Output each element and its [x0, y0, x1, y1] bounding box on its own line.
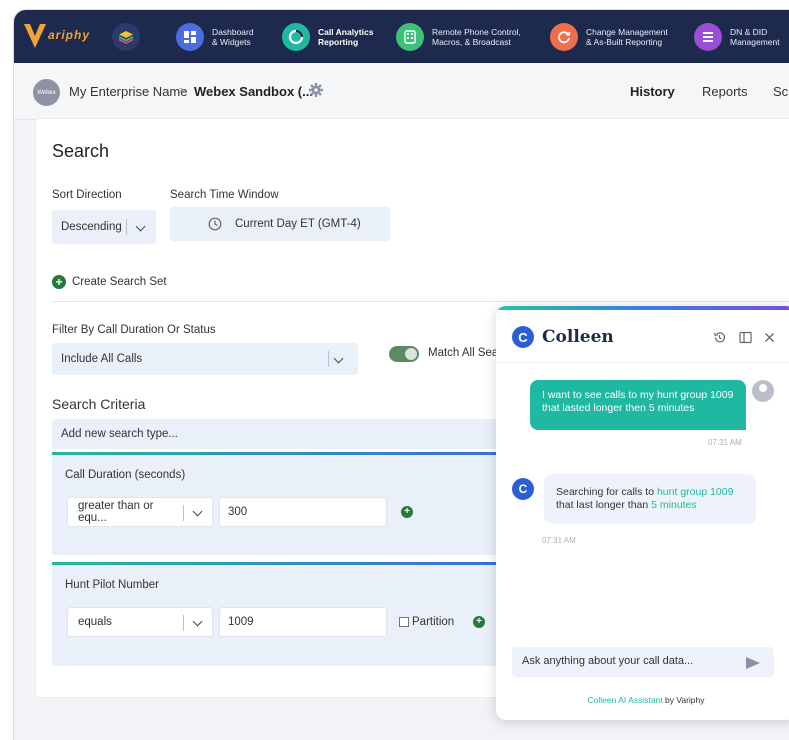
chat-title: Colleen — [542, 327, 614, 347]
colleen-chat-panel: C Colleen I want to see calls to my hunt… — [496, 306, 789, 720]
nav-call-analytics[interactable]: Call Analytics Reporting — [282, 22, 373, 52]
nav-change-management-label: Change Management & As-Built Reporting — [586, 27, 668, 47]
send-icon[interactable] — [746, 657, 760, 669]
list-icon — [694, 23, 722, 51]
colleen-logo-icon: C — [512, 326, 534, 348]
call-duration-operator-select[interactable]: greater than or equ... — [67, 497, 213, 527]
chevron-down-icon — [192, 616, 203, 628]
tab-reports[interactable]: Reports — [702, 84, 748, 99]
phone-grid-icon — [396, 23, 424, 51]
time-window-label: Search Time Window — [170, 189, 279, 201]
filter-label: Filter By Call Duration Or Status — [52, 324, 216, 336]
add-search-type-input[interactable]: Add new search type... — [52, 419, 498, 449]
layers-icon — [112, 23, 140, 51]
create-search-set-label: Create Search Set — [72, 276, 167, 288]
close-icon[interactable] — [762, 330, 776, 344]
select-divider — [126, 219, 127, 235]
nav-dn-did[interactable]: DN & DID Management — [694, 22, 780, 52]
breadcrumb-enterprise[interactable]: My Enterprise Name — [69, 84, 187, 99]
select-divider — [183, 615, 184, 631]
hunt-pilot-title: Hunt Pilot Number — [65, 579, 159, 591]
hunt-pilot-operator-select[interactable]: equals — [67, 607, 213, 637]
checkbox-box — [399, 617, 409, 627]
partition-checkbox[interactable]: Partition — [399, 616, 454, 628]
refresh-icon — [550, 23, 578, 51]
chevron-down-icon — [192, 506, 203, 518]
time-window-value: Current Day ET (GMT-4) — [235, 218, 361, 230]
tab-history[interactable]: History — [630, 84, 675, 99]
bot-message: Searching for calls to hunt group 1009 t… — [544, 474, 756, 524]
nav-layers[interactable] — [112, 22, 140, 52]
nav-change-management[interactable]: Change Management & As-Built Reporting — [550, 22, 668, 52]
breadcrumb-site[interactable]: Webex Sandbox (... — [194, 84, 313, 99]
top-navigation: ariphy Dashboard & Widgets Call Analytics… — [14, 10, 789, 63]
panel-accent-bar — [52, 452, 502, 455]
bot-message-time: 07:31 AM — [542, 536, 576, 545]
nav-remote-phone[interactable]: Remote Phone Control, Macros, & Broadcast — [396, 22, 521, 52]
chevron-down-icon — [135, 221, 146, 233]
chat-header-divider — [496, 362, 789, 363]
panel-accent-bar — [52, 562, 502, 565]
hunt-pilot-operator-value: equals — [78, 616, 112, 628]
gear-icon[interactable] — [308, 82, 324, 98]
chat-accent-bar — [496, 306, 789, 310]
section-divider — [52, 301, 789, 302]
chat-footer: Colleen AI Assistant by Variphy — [587, 695, 705, 705]
user-message-time: 07:31 AM — [708, 438, 742, 447]
select-divider — [183, 505, 184, 521]
clock-icon — [208, 217, 222, 231]
plus-circle-icon: + — [52, 275, 66, 289]
partition-label: Partition — [412, 616, 455, 628]
logo-word: ariphy — [48, 28, 91, 42]
breadcrumb-bar: Webex My Enterprise Name > Webex Sandbox… — [14, 63, 789, 120]
filter-select[interactable]: Include All Calls — [52, 343, 358, 375]
chat-input[interactable]: Ask anything about your call data... — [512, 647, 774, 677]
enterprise-avatar: Webex — [33, 79, 60, 106]
logo-v-mark — [24, 22, 46, 48]
user-message: I want to see calls to my hunt group 100… — [530, 380, 746, 430]
user-avatar-icon — [752, 380, 774, 402]
nav-remote-phone-label: Remote Phone Control, Macros, & Broadcast — [432, 27, 521, 47]
page-title: Search — [52, 141, 110, 161]
match-all-label: Match All Sea — [428, 347, 499, 359]
call-duration-value-input[interactable]: 300 — [219, 497, 387, 527]
variphy-logo[interactable]: ariphy — [24, 22, 90, 48]
sort-direction-select[interactable]: Descending — [52, 210, 156, 244]
dashboard-icon — [176, 23, 204, 51]
create-search-set-button[interactable]: + Create Search Set — [52, 275, 167, 289]
nav-dashboard-label: Dashboard & Widgets — [212, 27, 254, 47]
filter-value: Include All Calls — [61, 353, 143, 365]
nav-call-analytics-label: Call Analytics Reporting — [318, 27, 374, 47]
colleen-avatar-icon: C — [512, 478, 534, 500]
call-duration-operator-value: greater than or equ... — [78, 500, 154, 524]
nav-dashboard[interactable]: Dashboard & Widgets — [176, 22, 254, 52]
sort-direction-value: Descending — [61, 221, 122, 233]
nav-dn-did-label: DN & DID Management — [730, 27, 780, 47]
select-divider — [328, 351, 329, 367]
add-search-type-placeholder: Add new search type... — [61, 428, 178, 440]
add-criteria-icon[interactable]: + — [401, 506, 413, 518]
hunt-pilot-value-input[interactable]: 1009 — [219, 607, 387, 637]
history-icon[interactable] — [712, 330, 726, 344]
add-criteria-icon[interactable]: + — [473, 616, 485, 628]
chevron-down-icon — [333, 353, 344, 365]
sort-direction-label: Sort Direction — [52, 189, 122, 201]
breadcrumb-separator: > — [179, 85, 186, 97]
search-criteria-title: Search Criteria — [52, 396, 146, 412]
time-window-select[interactable]: Current Day ET (GMT-4) — [170, 207, 390, 241]
footer-brand[interactable]: Colleen AI Assistant — [587, 695, 662, 705]
call-analytics-icon — [282, 23, 310, 51]
hunt-pilot-panel: Hunt Pilot Number equals 1009 Partition … — [52, 562, 502, 666]
call-duration-title: Call Duration (seconds) — [65, 469, 186, 481]
expand-panel-icon[interactable] — [738, 330, 752, 344]
match-all-toggle[interactable] — [389, 346, 419, 362]
tab-schedule[interactable]: Sch — [773, 84, 789, 99]
call-duration-panel: Call Duration (seconds) greater than or … — [52, 452, 502, 555]
